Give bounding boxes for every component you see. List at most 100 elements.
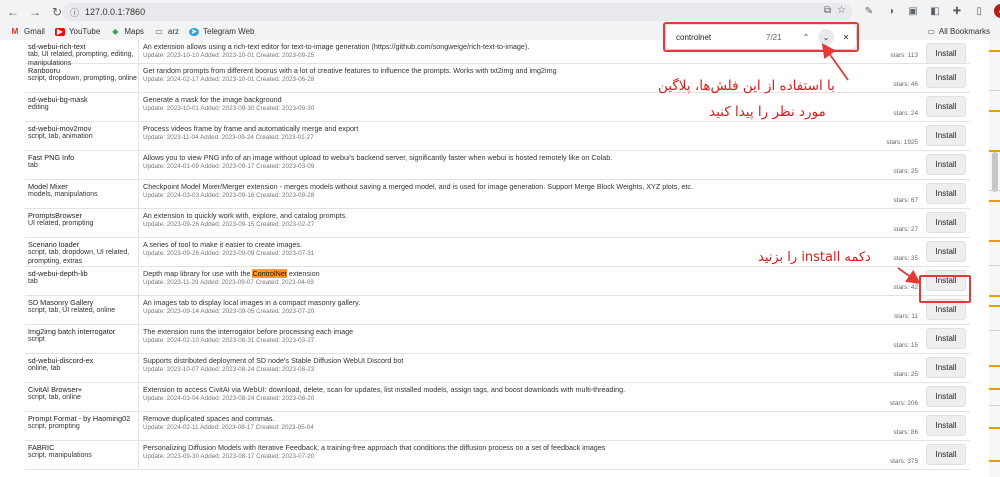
install-button[interactable]: Install <box>926 415 966 436</box>
extension-name-link[interactable]: Ranbooru <box>28 66 138 75</box>
extension-tags: prompting, extras <box>28 257 83 265</box>
extension-name-link[interactable]: PromptsBrowser <box>28 211 138 220</box>
scrollbar-thumb[interactable] <box>992 152 998 192</box>
url-text: 127.0.0.1:7860 <box>85 7 146 17</box>
extension-name-link[interactable]: Prompt Format - by Haoming02 <box>28 414 138 423</box>
scrollbar-match-marker <box>989 405 1000 406</box>
extension-name-link[interactable]: sd-webui-depth-lib <box>28 269 138 278</box>
extension-name-link[interactable]: sd-webui-mov2mov <box>28 124 138 133</box>
scrollbar-match-marker <box>989 295 1000 297</box>
scrollbar-match-marker <box>989 200 1000 202</box>
extension-dates: Update: 2023-09-26 Added: 2023-09-15 Cre… <box>143 221 315 228</box>
table-row: sd-webui-discord-ex online, tab Supports d… <box>25 354 970 383</box>
extension-dates: Update: 2023-11-29 Added: 2023-09-07 Cre… <box>143 279 314 286</box>
puzzle-extensions-icon[interactable]: ✚ <box>950 4 964 18</box>
extension-stars: stars: 42 <box>893 284 918 291</box>
bookmark-telegram[interactable]: ➤ Telegram Web <box>189 27 254 36</box>
extension-name-cell: CivitAI Browser+ script, tab, online <box>25 383 139 411</box>
translate-extension-icon[interactable]: ▣ <box>906 4 920 18</box>
extension-name-cell: sd-webui-depth-lib tab <box>25 267 139 295</box>
extension-name-link[interactable]: SD Masonry Gallery <box>28 298 138 307</box>
annotation-text-arrows-hint: با استفاده از این فلش‌ها، پلاگین <box>658 78 835 94</box>
install-button[interactable]: Install <box>926 386 966 407</box>
extension-name-link[interactable]: Img2img batch interrogator <box>28 327 138 336</box>
extension-name-link[interactable]: sd-webui-bg-mask <box>28 95 138 104</box>
youtube-icon: ▶ <box>54 26 65 36</box>
find-in-page-icon[interactable]: ⧉ <box>824 5 831 16</box>
scrollbar-match-marker <box>989 265 1000 266</box>
extension-tags: script, manipulations <box>28 452 92 459</box>
install-button[interactable]: Install <box>926 212 966 233</box>
forward-arrow-icon[interactable]: → <box>26 3 44 21</box>
extension-stars: stars: 11 <box>893 313 918 320</box>
extension-name-cell: Fast PNG Info tab <box>25 151 139 179</box>
page-scrollbar[interactable] <box>989 40 1000 477</box>
table-row: sd-webui-depth-lib tab Depth map library f… <box>25 267 970 296</box>
find-match-highlight: ControlNet <box>252 269 287 278</box>
find-previous-chevron-up-icon[interactable]: ⌃ <box>798 29 814 45</box>
find-input[interactable]: controlnet <box>676 33 766 42</box>
extension-name-link[interactable]: Scenario loader <box>28 240 138 249</box>
find-next-chevron-down-icon[interactable]: ⌄ <box>818 29 834 45</box>
install-button[interactable]: Install <box>926 96 966 117</box>
extension-stars: stars: 25 <box>893 168 918 175</box>
site-info-icon[interactable]: ⓘ <box>70 6 79 19</box>
address-bar[interactable]: ⓘ 127.0.0.1:7860 ⧉ ☆ <box>62 3 852 21</box>
bookmark-folder-arz[interactable]: ▭ arz <box>154 27 179 36</box>
description-text: extension <box>286 269 320 278</box>
extension-tags: script, tab, UI related, online <box>28 307 116 314</box>
extension-description: An extension to quickly work with, explo… <box>143 211 348 220</box>
install-button[interactable]: Install <box>926 67 966 88</box>
extension-tags: script <box>28 336 45 343</box>
scrollbar-match-marker <box>989 388 1000 390</box>
extension-description-cell: Process videos frame by frame and automa… <box>143 122 933 150</box>
extension-description: An images tab to display local images in… <box>143 298 361 307</box>
bookmark-gmail[interactable]: M Gmail <box>10 27 45 36</box>
extension-stars: stars: 113 <box>890 52 918 59</box>
install-button[interactable]: Install <box>926 43 966 64</box>
extension-description-cell: An images tab to display local images in… <box>143 296 933 324</box>
install-button[interactable]: Install <box>926 328 966 349</box>
annotation-text-press-install: دکمه install را بزنید <box>758 250 871 265</box>
extension-dates: Update: 2023-09-14 Added: 2023-09-05 Cre… <box>143 308 315 315</box>
screenshot-extension-icon[interactable]: ◧ <box>928 4 942 18</box>
extension-tags: script, prompting <box>28 423 80 430</box>
bookmark-maps[interactable]: ◆ Maps <box>110 27 144 36</box>
install-button[interactable]: Install <box>926 183 966 204</box>
extension-description: Supports distributed deployment of SD no… <box>143 356 404 365</box>
bookmark-youtube[interactable]: ▶ YouTube <box>54 26 100 36</box>
extension-stars: stars: 25 <box>893 371 918 378</box>
install-button[interactable]: Install <box>926 154 966 175</box>
scrollbar-match-marker <box>989 305 1000 307</box>
extension-name-link[interactable]: FABRIC <box>28 443 138 452</box>
find-close-icon[interactable]: ✕ <box>838 29 854 45</box>
extension-description-cell: An extension to quickly work with, explo… <box>143 209 933 237</box>
install-button[interactable]: Install <box>926 241 966 262</box>
bookmark-star-icon[interactable]: ☆ <box>837 5 846 16</box>
extension-icon[interactable]: ◑ <box>884 4 898 18</box>
extension-name-cell: sd-webui-mov2mov script, tab, animation <box>25 122 139 150</box>
extension-name-cell: FABRIC script, manipulations <box>25 441 139 469</box>
extension-name-link[interactable]: Fast PNG Info <box>28 153 138 162</box>
extension-name-cell: Prompt Format - by Haoming02 script, prom… <box>25 412 139 440</box>
extension-tags: tab, UI related, prompting, editing, <box>28 51 134 58</box>
install-button[interactable]: Install <box>926 357 966 378</box>
extension-name-link[interactable]: sd-webui-discord-ex <box>28 356 138 365</box>
extension-name-cell: sd-webui-discord-ex online, tab <box>25 354 139 382</box>
extension-dates: Update: 2024-01-09 Added: 2023-09-17 Cre… <box>143 163 315 170</box>
scrollbar-match-marker <box>989 50 1000 52</box>
scrollbar-match-marker <box>989 90 1000 91</box>
extension-name-link[interactable]: sd-webui-rich-text <box>28 42 138 51</box>
extension-name-link[interactable]: Model Mixer <box>28 182 138 191</box>
back-arrow-icon[interactable]: ← <box>4 3 22 21</box>
profile-avatar[interactable]: ● <box>994 4 1000 18</box>
extension-tags: UI related, prompting <box>28 220 94 227</box>
all-bookmarks[interactable]: ▭ All Bookmarks <box>927 27 990 36</box>
side-panel-icon[interactable]: ▯ <box>972 4 986 18</box>
extension-dates: Update: 2024-03-04 Added: 2023-08-24 Cre… <box>143 395 315 402</box>
pen-extension-icon[interactable]: ✎ <box>862 4 876 18</box>
install-button[interactable]: Install <box>926 125 966 146</box>
install-button[interactable]: Install <box>926 444 966 465</box>
extension-name-cell: Model Mixer models, manipulations <box>25 180 139 208</box>
extension-name-link[interactable]: CivitAI Browser+ <box>28 385 138 394</box>
